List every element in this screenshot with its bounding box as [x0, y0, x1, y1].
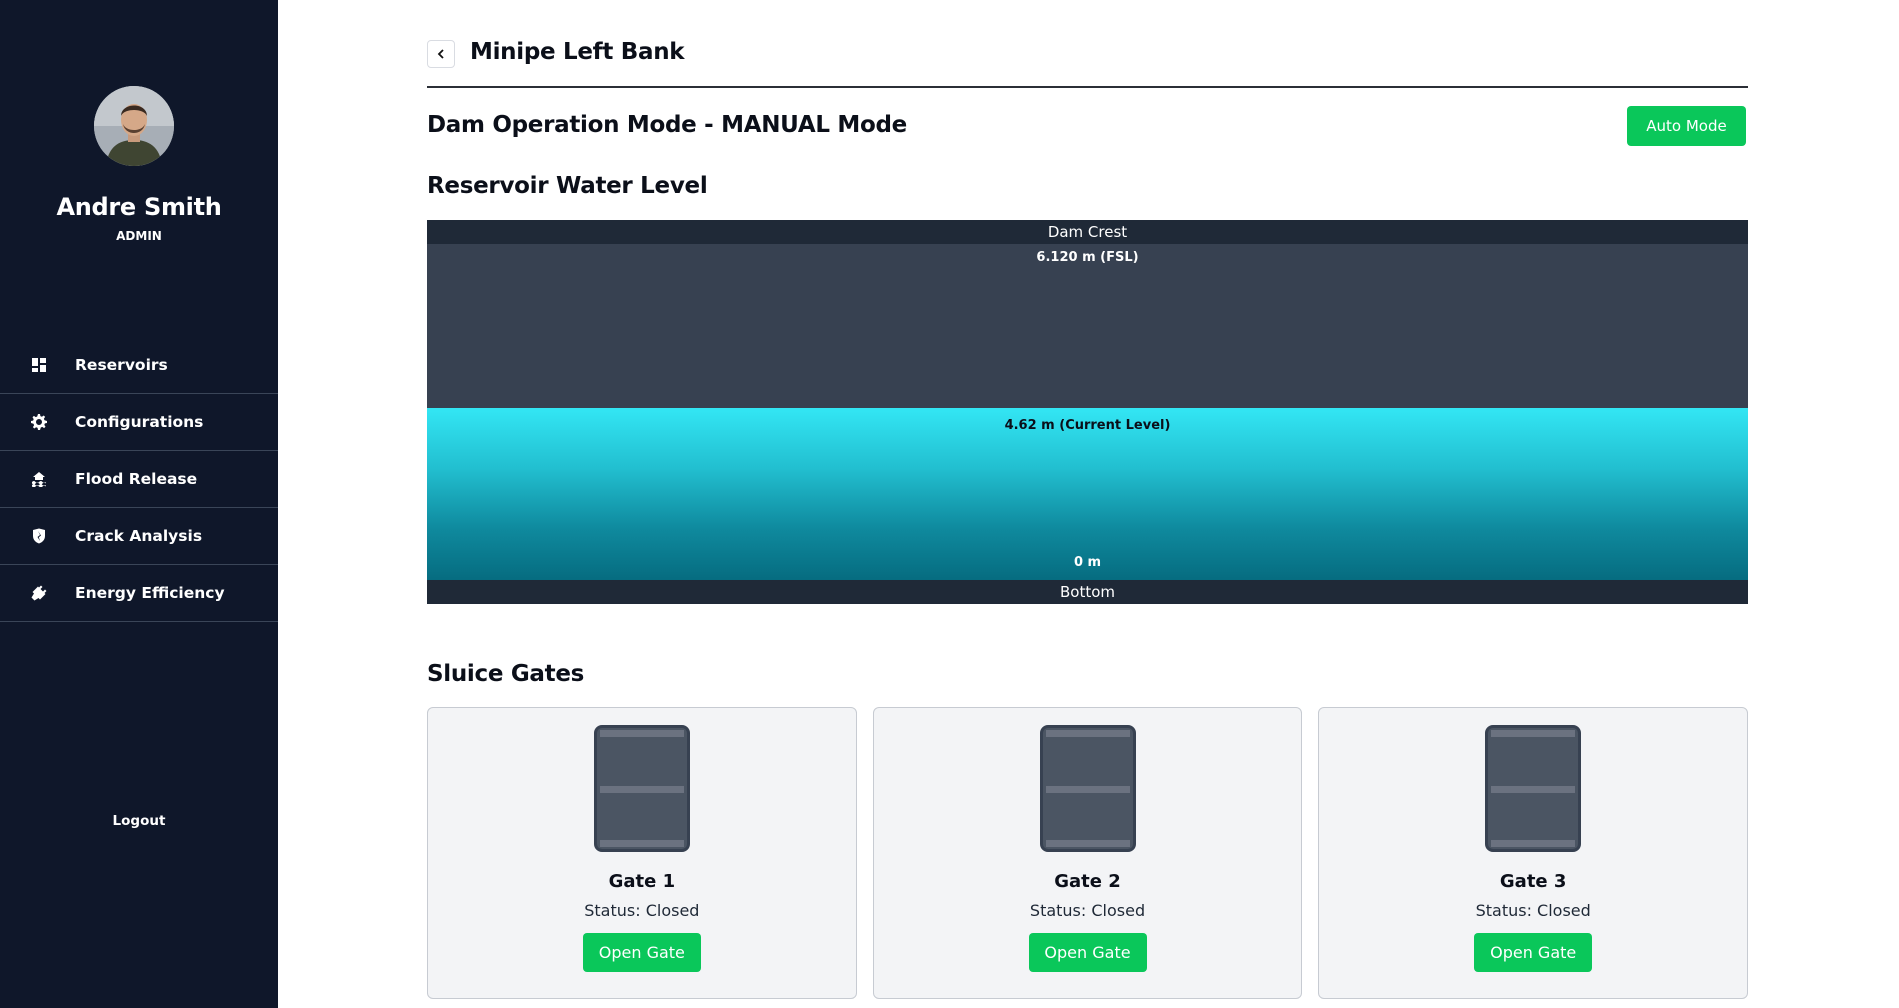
gate-name: Gate 2 — [1054, 871, 1121, 892]
sidebar-item-crack-analysis[interactable]: Crack Analysis — [0, 508, 278, 565]
sidebar-item-energy-efficiency[interactable]: Energy Efficiency — [0, 565, 278, 622]
reservoir-level-heading: Reservoir Water Level — [427, 173, 708, 199]
dam-crest-label: Dam Crest — [427, 220, 1748, 244]
back-button[interactable] — [427, 40, 455, 68]
gate-status: Status: Closed — [1029, 901, 1146, 920]
gate-name: Gate 3 — [1499, 871, 1567, 892]
open-gate-button[interactable]: Open Gate — [1028, 933, 1147, 972]
sidebar: Andre Smith ADMIN Reservoirs Configurati… — [0, 0, 278, 1008]
avatar-image — [94, 86, 174, 166]
operation-mode-heading: Dam Operation Mode - MANUAL Mode — [427, 112, 907, 138]
gate-card: Gate 1 Status: Closed Open Gate — [427, 707, 857, 999]
dashboard-icon — [29, 355, 49, 375]
gate-icon — [1485, 725, 1582, 852]
flood-icon — [29, 469, 49, 489]
zero-level-label: 0 m — [1073, 555, 1102, 570]
open-gate-button[interactable]: Open Gate — [582, 933, 701, 972]
sidebar-item-label: Energy Efficiency — [75, 584, 225, 602]
user-name: Andre Smith — [56, 193, 222, 221]
logout-button[interactable]: Logout — [0, 813, 278, 829]
title-divider — [427, 86, 1748, 88]
chevron-left-icon — [437, 49, 444, 59]
bottom-label: Bottom — [427, 580, 1748, 604]
app-root: Andre Smith ADMIN Reservoirs Configurati… — [0, 0, 1899, 1008]
sidebar-item-label: Reservoirs — [75, 356, 168, 374]
gate-icon — [1039, 725, 1136, 852]
current-level-label: 4.62 m (Current Level) — [1004, 418, 1171, 433]
gate-status: Status: Closed — [1475, 901, 1591, 920]
avatar — [94, 86, 174, 166]
water-fill: 4.62 m (Current Level) 0 m — [427, 408, 1748, 580]
sidebar-item-flood-release[interactable]: Flood Release — [0, 451, 278, 508]
sidebar-nav: Reservoirs Configurations Flood Release … — [0, 337, 278, 622]
gate-card: Gate 2 Status: Closed Open Gate — [872, 707, 1303, 999]
page-title: Minipe Left Bank — [470, 39, 685, 65]
gate-card: Gate 3 Status: Closed Open Gate — [1318, 707, 1749, 999]
gear-icon — [29, 412, 49, 432]
sidebar-item-configurations[interactable]: Configurations — [0, 394, 278, 451]
auto-mode-button[interactable]: Auto Mode — [1627, 106, 1746, 146]
gate-status: Status: Closed — [584, 901, 700, 920]
sluice-gates-list: Gate 1 Status: Closed Open Gate Gate 2 S… — [427, 707, 1749, 999]
sidebar-item-label: Crack Analysis — [75, 527, 203, 545]
shield-crack-icon — [29, 526, 49, 546]
sluice-gates-heading: Sluice Gates — [427, 661, 585, 687]
open-gate-button[interactable]: Open Gate — [1474, 933, 1593, 972]
user-role: ADMIN — [116, 229, 162, 243]
sidebar-item-label: Configurations — [75, 413, 204, 431]
gate-icon — [593, 725, 690, 852]
plug-icon — [29, 583, 49, 603]
sidebar-item-reservoirs[interactable]: Reservoirs — [0, 337, 278, 394]
fsl-level-label: 6.120 m (FSL) — [1036, 250, 1139, 265]
gate-name: Gate 1 — [608, 871, 676, 892]
sidebar-item-label: Flood Release — [75, 470, 198, 488]
reservoir-level-gauge: Dam Crest 6.120 m (FSL) 4.62 m (Current … — [427, 220, 1748, 604]
